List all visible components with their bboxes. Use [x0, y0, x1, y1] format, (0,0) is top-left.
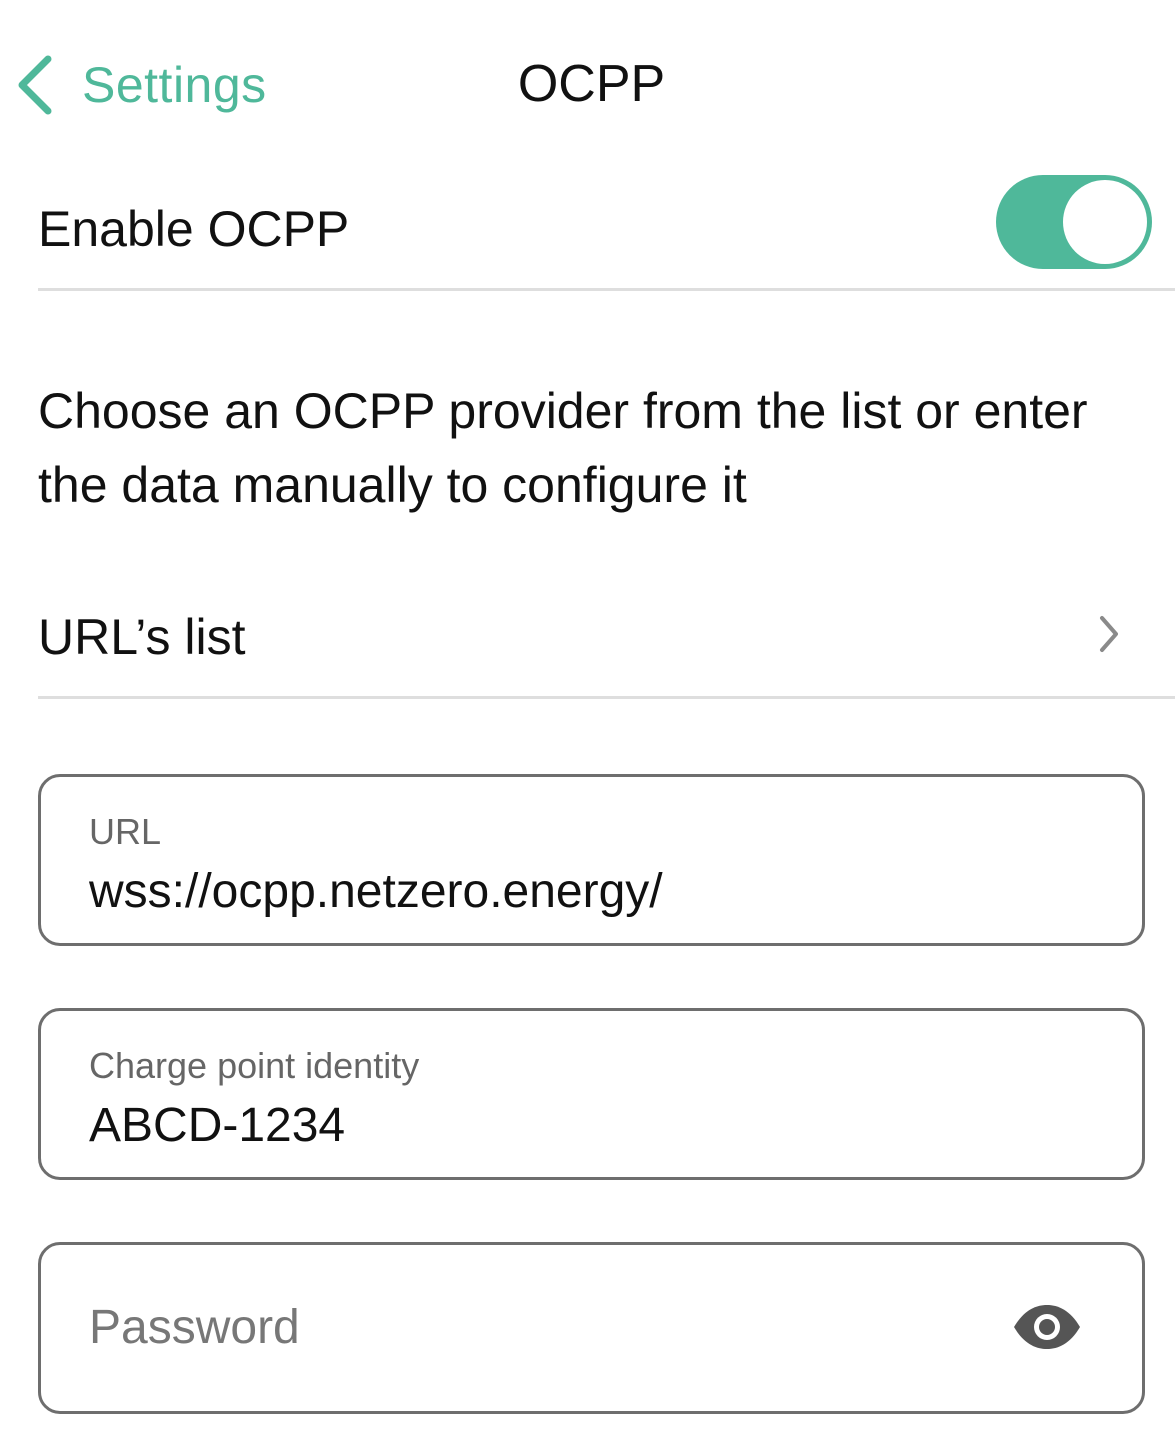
url-input[interactable]: [89, 861, 1069, 921]
url-list-label: URL’s list: [38, 609, 246, 665]
enable-ocpp-toggle[interactable]: [996, 175, 1152, 269]
toggle-knob: [1063, 180, 1147, 264]
url-field-label: URL: [89, 811, 162, 852]
eye-icon[interactable]: [1012, 1304, 1082, 1350]
url-field[interactable]: URL: [38, 774, 1145, 946]
charge-point-identity-label: Charge point identity: [89, 1045, 420, 1086]
chevron-right-icon: [1100, 616, 1118, 652]
navigation-bar: Settings OCPP: [0, 0, 1175, 170]
charge-point-identity-field[interactable]: Charge point identity: [38, 1008, 1145, 1180]
description-text: Choose an OCPP provider from the list or…: [38, 383, 1088, 513]
enable-ocpp-row: Enable OCPP: [38, 170, 1175, 291]
url-list-row[interactable]: URL’s list: [38, 600, 1175, 699]
enable-ocpp-label: Enable OCPP: [38, 201, 350, 257]
password-field[interactable]: [38, 1242, 1145, 1414]
charge-point-identity-input[interactable]: [89, 1095, 1069, 1155]
password-input[interactable]: [89, 1297, 969, 1357]
page-title: OCPP: [517, 55, 666, 113]
